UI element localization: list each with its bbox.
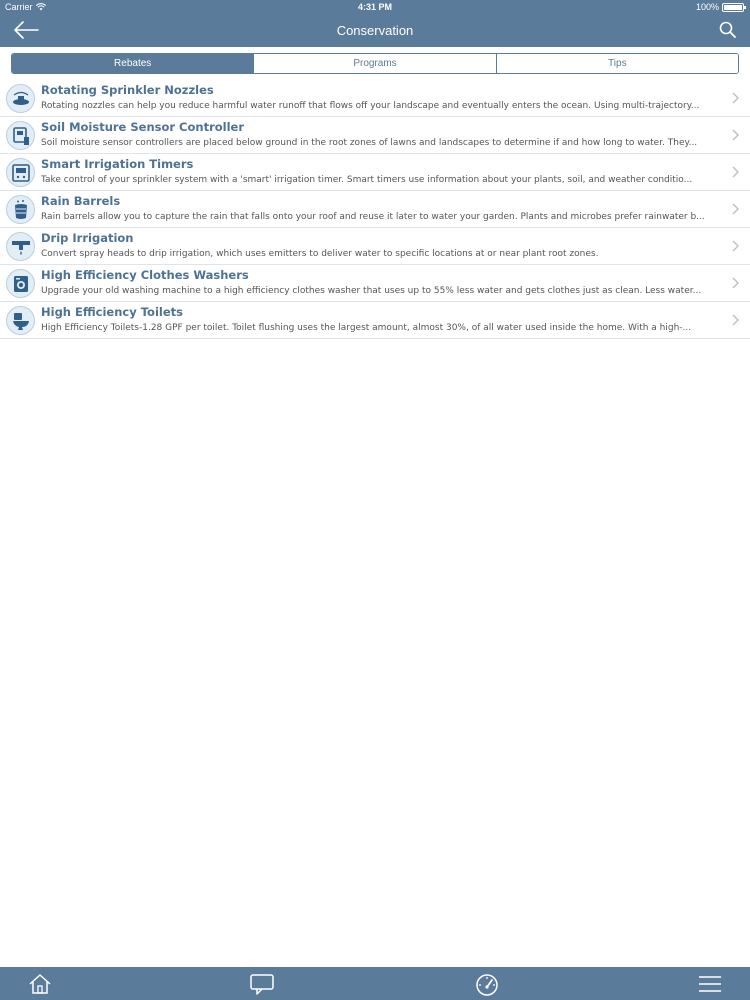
- status-bar: Carrier 4:31 PM 100%: [0, 0, 750, 14]
- chevron-right-icon: [732, 129, 739, 141]
- list-item[interactable]: Soil Moisture Sensor Controller Soil moi…: [0, 117, 750, 154]
- tab-programs[interactable]: Programs: [254, 54, 497, 73]
- item-title: High Efficiency Clothes Washers: [41, 268, 249, 282]
- item-description: High Efficiency Toilets-1.28 GPF per toi…: [41, 323, 692, 333]
- battery-icon: [722, 2, 746, 12]
- home-icon[interactable]: [27, 972, 53, 996]
- chevron-right-icon: [732, 314, 739, 326]
- search-icon[interactable]: [718, 20, 738, 40]
- item-title: High Efficiency Toilets: [41, 305, 183, 319]
- item-description: Rotating nozzles can help you reduce har…: [41, 101, 700, 111]
- navigation-bar: Conservation: [0, 14, 750, 47]
- top-bar: Carrier 4:31 PM 100% Conservation: [0, 0, 750, 47]
- item-description: Take control of your sprinkler system wi…: [41, 175, 693, 185]
- washing-machine-icon: [6, 269, 35, 298]
- chevron-right-icon: [732, 203, 739, 215]
- list-item[interactable]: Rotating Sprinkler Nozzles Rotating nozz…: [0, 80, 750, 117]
- battery-percent: 100%: [695, 2, 719, 12]
- item-description: Soil moisture sensor controllers are pla…: [41, 138, 698, 148]
- tab-rebates[interactable]: Rebates: [12, 54, 255, 73]
- clock: 4:31 PM: [357, 2, 392, 12]
- chat-bubble-icon[interactable]: [249, 972, 275, 996]
- item-description: Convert spray heads to drip irrigation, …: [41, 249, 599, 259]
- item-title: Drip Irrigation: [41, 231, 134, 245]
- toilet-icon: [6, 306, 35, 335]
- menu-icon[interactable]: [697, 972, 723, 996]
- rebate-list: Rotating Sprinkler Nozzles Rotating nozz…: [0, 80, 750, 339]
- item-title: Rotating Sprinkler Nozzles: [41, 83, 214, 97]
- battery-indicator: 100%: [695, 2, 746, 12]
- drip-irrigation-icon: [6, 232, 35, 261]
- irrigation-timer-icon: [6, 158, 35, 187]
- list-item[interactable]: High Efficiency Clothes Washers Upgrade …: [0, 265, 750, 302]
- rain-barrel-icon: [6, 195, 35, 224]
- speedometer-icon[interactable]: [474, 972, 500, 996]
- item-title: Rain Barrels: [41, 194, 121, 208]
- segmented-control: Rebates Programs Tips: [11, 53, 739, 74]
- item-title: Smart Irrigation Timers: [41, 157, 194, 171]
- soil-sensor-icon: [6, 121, 35, 150]
- page-title: Conservation: [336, 23, 414, 38]
- bottom-tab-bar: [0, 967, 750, 1000]
- tab-tips[interactable]: Tips: [496, 54, 738, 73]
- chevron-right-icon: [732, 92, 739, 104]
- list-item[interactable]: Drip Irrigation Convert spray heads to d…: [0, 228, 750, 265]
- list-item[interactable]: Rain Barrels Rain barrels allow you to c…: [0, 191, 750, 228]
- chevron-right-icon: [732, 277, 739, 289]
- list-item[interactable]: High Efficiency Toilets High Efficiency …: [0, 302, 750, 339]
- item-title: Soil Moisture Sensor Controller: [41, 120, 245, 134]
- item-description: Upgrade your old washing machine to a hi…: [41, 286, 702, 296]
- chevron-right-icon: [732, 240, 739, 252]
- item-description: Rain barrels allow you to capture the ra…: [41, 212, 705, 222]
- list-item[interactable]: Smart Irrigation Timers Take control of …: [0, 154, 750, 191]
- chevron-right-icon: [732, 166, 739, 178]
- sprinkler-nozzle-icon: [6, 84, 35, 113]
